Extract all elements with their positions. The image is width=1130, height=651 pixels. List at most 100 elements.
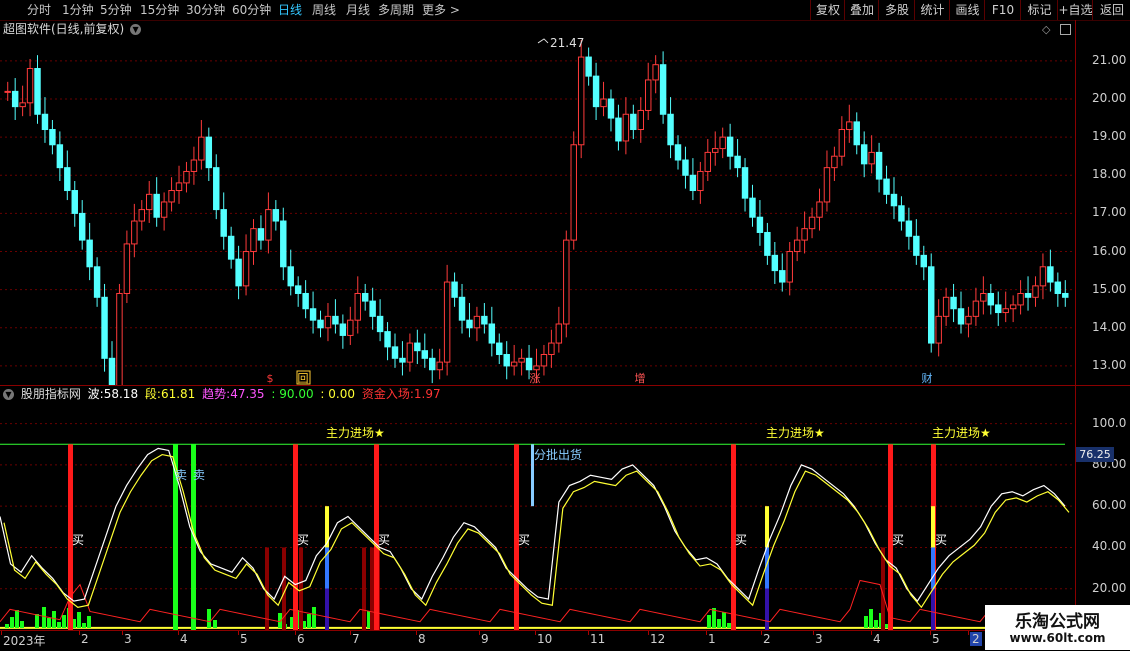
fund-bar-dark [299,547,303,630]
toolbar-button-0[interactable]: 复权 [810,0,845,20]
date-label: 7 [352,632,360,646]
chevron-down-icon[interactable]: ▼ [130,24,142,35]
candle-body [965,315,972,325]
fund-bar [312,607,316,628]
fund-bar [35,614,39,628]
toolbar-button-7[interactable]: +自选 [1057,0,1093,20]
toolbar-button-3[interactable]: 统计 [914,0,950,20]
tab-period-6[interactable]: 日线 [278,0,302,20]
candle-body [324,315,332,329]
indicator-tick-label: 20.00 [1092,580,1127,595]
date-tick [416,631,417,635]
fund-bar [10,617,14,628]
candle-body [719,136,726,150]
candle-body [4,90,11,93]
fund-bar [57,622,61,628]
tab-period-9[interactable]: 多周期 [378,0,414,20]
price-extreme-label: 21.47 [550,38,584,50]
fund-bar [307,614,311,628]
candle-body [153,193,160,218]
buy-label: 买 [297,533,309,547]
current-value-badge: 76.25 [1076,447,1114,462]
candle-body [302,292,309,310]
tab-period-10[interactable]: 更多 > [422,0,460,20]
toolbar-button-1[interactable]: 叠加 [844,0,879,20]
candle-body [875,151,883,180]
candle-body [816,201,823,218]
date-label: 12 [650,632,666,646]
candle-body [108,357,116,385]
toolbar-button-5[interactable]: F10 [984,0,1021,20]
tab-period-1[interactable]: 1分钟 [62,0,94,20]
bo-label: 波: [87,387,104,401]
candle-body [950,296,957,310]
tab-period-2[interactable]: 5分钟 [100,0,132,20]
candle-body [332,315,339,325]
toolbar-button-4[interactable]: 画线 [949,0,985,20]
candle-body [697,170,704,192]
candle-body [659,64,667,115]
indicator-chart[interactable]: 主力进场★ 主力进场★ 主力进场★ 分批出货卖 卖买 买 买 买 买 买 买 [0,403,1075,630]
candle-body [682,159,689,176]
chevron-down-icon[interactable]: ▼ [3,389,14,400]
tab-period-7[interactable]: 周线 [312,0,336,20]
candle-body [347,319,354,336]
tab-period-5[interactable]: 60分钟 [232,0,271,20]
buy-label: 买 [935,533,947,547]
fund-bar [62,615,66,628]
candle-body [652,64,659,81]
candle-body [93,266,101,298]
candle-body [689,174,697,192]
candle-body [138,209,146,222]
candle-body [853,121,860,146]
candle-body [764,231,771,256]
date-label: 3 [815,632,823,646]
date-label: 5 [932,632,940,646]
date-label: 4 [873,632,881,646]
candle-body [846,121,853,131]
toolbar-button-8[interactable]: 返回 [1092,0,1130,20]
candle-body [235,258,242,287]
price-tick-label: 20.00 [1092,91,1127,105]
date-label: 3 [124,632,132,646]
candle-body [957,308,965,325]
candle-body [607,98,615,119]
fund-bar [717,619,721,628]
candle-body [741,167,749,199]
price-tick-label: 15.00 [1092,281,1127,296]
date-tick [968,631,969,635]
fund-bar-dark [370,547,374,630]
candle-body [272,209,280,222]
tab-period-8[interactable]: 月线 [346,0,370,20]
toolbar-button-2[interactable]: 多股 [878,0,915,20]
tab-period-3[interactable]: 15分钟 [140,0,179,20]
event-marker: 涨 [530,372,541,385]
candle-body [443,281,451,363]
date-tick [813,631,814,635]
candle-body [11,90,19,108]
date-tick [122,631,123,635]
toolbar-button-6[interactable]: 标记 [1020,0,1058,20]
panel-toggle-icon[interactable] [1060,24,1071,35]
buy-label: 买 [518,533,530,547]
tab-period-4[interactable]: 30分钟 [186,0,225,20]
candle-body [980,292,987,302]
candle-body [406,342,414,363]
date-tick [350,631,351,635]
watermark-url: www.60lt.com [1009,631,1106,645]
tab-period-0[interactable]: 分时 [27,0,51,20]
candle-body [41,113,49,131]
candle-body [592,75,600,108]
candle-body [317,319,324,329]
chart-title: 超图软件(日线,前复权) [3,22,125,36]
candle-body [920,254,927,268]
date-label: 8 [418,632,426,646]
fund-bar [87,616,91,628]
candle-body [429,357,436,371]
price-chart[interactable]: 21.4712.20$回涨增财 [0,38,1075,385]
trend-label: 趋势: [202,387,231,401]
candle-body [510,361,518,367]
diamond-icon[interactable]: ◇ [1042,23,1050,36]
price-tick-label: 13.00 [1092,357,1127,372]
candle-body [205,136,213,169]
